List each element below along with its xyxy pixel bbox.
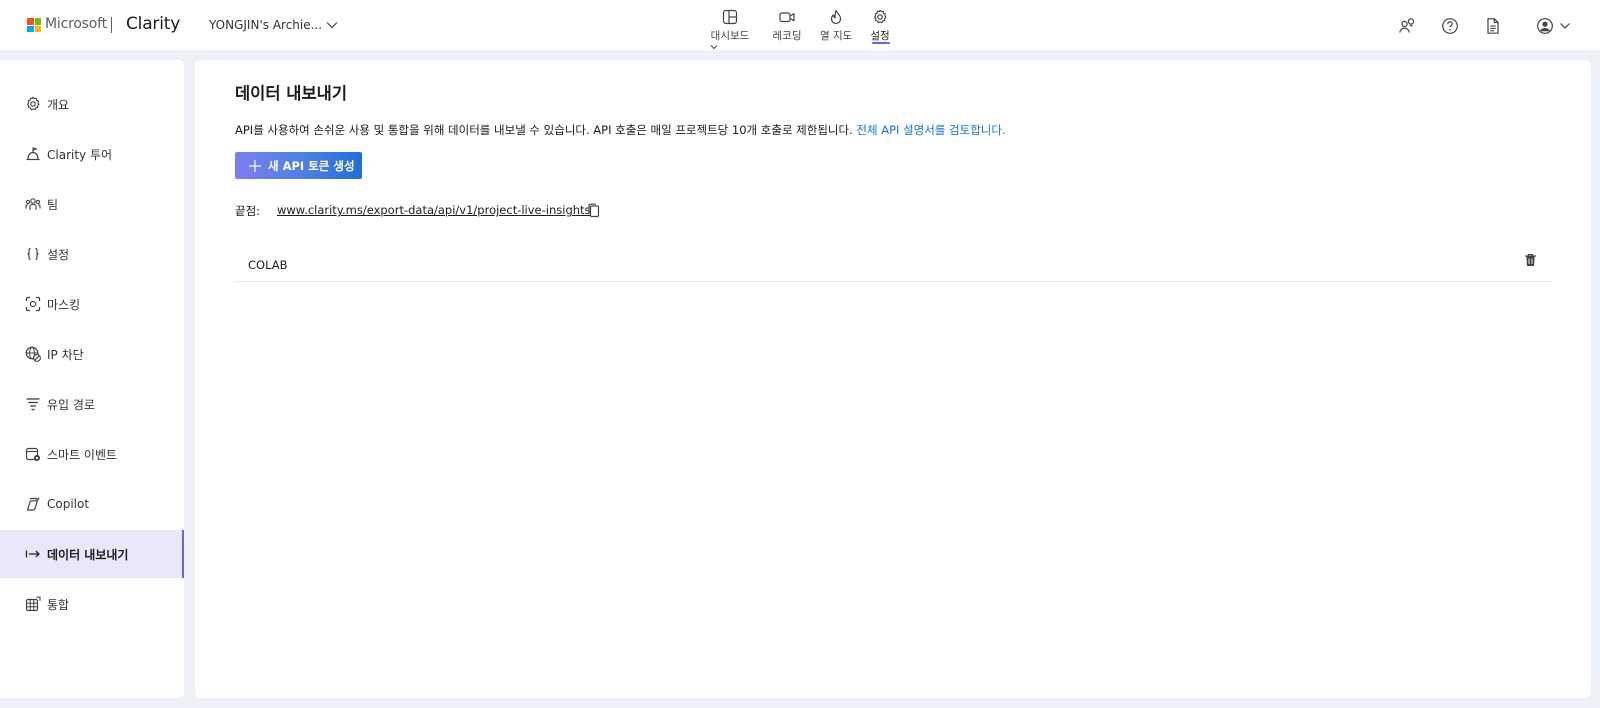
sidebar-item-label: 스마트 이벤트 [47, 447, 118, 462]
nav-dashboard[interactable]: 대시보드 [709, 9, 751, 50]
sidebar: 개요 Clarity 투어 팀 설정 마스킹 IP 차단 유입 경로 스마트 이… [0, 60, 184, 698]
document-icon[interactable] [1484, 17, 1502, 35]
sidebar-item-label: Clarity 투어 [47, 147, 113, 162]
nav-settings[interactable]: 설정 [866, 9, 894, 45]
sidebar-item-copilot[interactable]: Copilot [0, 480, 184, 528]
sidebar-item-overview[interactable]: 개요 [0, 80, 184, 128]
flame-icon [830, 9, 842, 25]
top-bar: Microsoft Clarity YONGJIN's Archie... 대시… [0, 0, 1600, 50]
sidebar-item-label: 유입 경로 [47, 397, 95, 412]
sidebar-item-settings[interactable]: 설정 [0, 230, 184, 278]
page-title: 데이터 내보내기 [235, 84, 348, 103]
plus-icon [249, 159, 261, 172]
sidebar-item-label: 통합 [47, 597, 70, 612]
trash-icon[interactable] [1524, 253, 1537, 267]
sidebar-item-label: 마스킹 [47, 297, 81, 312]
endpoint-url[interactable]: www.clarity.ms/export-data/api/v1/projec… [277, 203, 591, 217]
nav-settings-label: 설정 [870, 30, 890, 42]
description-text: API를 사용하여 손쉬운 사용 및 통합을 위해 데이터를 내보낼 수 있습니… [235, 123, 853, 137]
funnel-icon [26, 398, 40, 411]
sidebar-item-label: 팀 [47, 197, 59, 212]
chevron-down-icon [710, 45, 718, 50]
integration-grid-icon [25, 596, 41, 612]
sidebar-item-tour[interactable]: Clarity 투어 [0, 130, 184, 178]
new-api-token-button[interactable]: 새 API 토큰 생성 [235, 152, 362, 179]
active-nav-indicator [872, 42, 890, 44]
share-people-icon[interactable] [1398, 17, 1416, 35]
globe-block-icon [25, 346, 41, 362]
nav-recordings-label: 레코딩 [772, 30, 802, 42]
brand-divider [111, 17, 112, 33]
nav-heatmaps-label: 열 지도 [820, 30, 853, 42]
chevron-down-icon[interactable] [325, 18, 339, 32]
microsoft-logo-icon [27, 18, 41, 32]
sidebar-item-label: 데이터 내보내기 [47, 547, 129, 562]
sidebar-item-label: Copilot [47, 497, 90, 511]
help-icon[interactable] [1441, 17, 1459, 35]
gear-icon [873, 9, 887, 24]
braces-icon [27, 247, 39, 261]
token-name: COLAB [248, 258, 288, 272]
sidebar-item-team[interactable]: 팀 [0, 180, 184, 228]
sidebar-item-label: 설정 [47, 247, 70, 262]
account-icon[interactable] [1536, 17, 1554, 35]
nav-recordings[interactable]: 레코딩 [771, 9, 803, 45]
token-row: COLAB [235, 244, 1551, 282]
nav-heatmaps[interactable]: 열 지도 [820, 9, 852, 45]
sidebar-item-data-export[interactable]: 데이터 내보내기 [0, 530, 184, 578]
chevron-down-icon[interactable] [1559, 17, 1571, 35]
export-arrow-icon [25, 550, 40, 558]
sidebar-item-masking[interactable]: 마스킹 [0, 280, 184, 328]
api-docs-link[interactable]: 전체 API 설명서를 검토합니다. [856, 123, 1005, 137]
sidebar-item-label: 개요 [47, 97, 70, 112]
nav-dashboard-label: 대시보드 [710, 30, 750, 42]
copilot-icon [26, 497, 40, 511]
video-icon [779, 12, 795, 23]
tour-icon [26, 147, 40, 161]
microsoft-wordmark: Microsoft [45, 16, 107, 32]
main-panel: 데이터 내보내기 API를 사용하여 손쉬운 사용 및 통합을 위해 데이터를 … [195, 60, 1591, 698]
gear-icon [26, 96, 40, 111]
sidebar-item-smart-events[interactable]: 스마트 이벤트 [0, 430, 184, 478]
copy-icon[interactable] [587, 203, 601, 218]
team-icon [25, 198, 41, 210]
smart-event-icon [25, 447, 40, 461]
sidebar-item-label: IP 차단 [47, 347, 84, 362]
new-api-token-label: 새 API 토큰 생성 [268, 158, 355, 173]
masking-icon [25, 296, 41, 312]
dashboard-icon [722, 9, 738, 25]
active-item-indicator [182, 530, 184, 578]
project-selector-label[interactable]: YONGJIN's Archie... [209, 18, 322, 32]
sidebar-item-funnels[interactable]: 유입 경로 [0, 380, 184, 428]
page-description: API를 사용하여 손쉬운 사용 및 통합을 위해 데이터를 내보낼 수 있습니… [235, 122, 1006, 138]
endpoint-label: 끝점: [235, 204, 261, 218]
product-name[interactable]: Clarity [126, 14, 180, 34]
sidebar-item-ip-blocking[interactable]: IP 차단 [0, 330, 184, 378]
sidebar-item-integrations[interactable]: 통합 [0, 580, 184, 628]
